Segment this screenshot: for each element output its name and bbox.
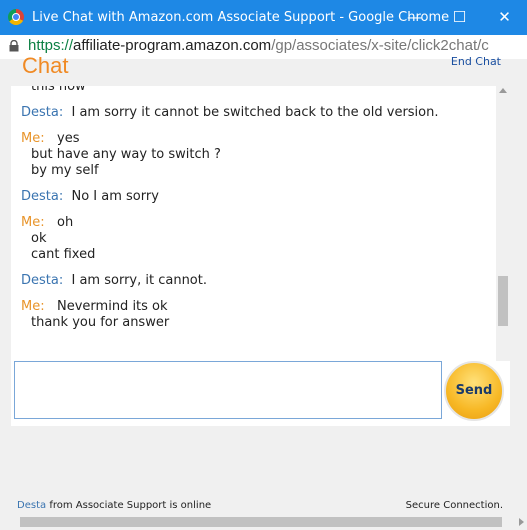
message-sender: Me: bbox=[21, 215, 45, 230]
message-sender: Me: bbox=[21, 299, 45, 314]
chat-message: Desta: I am sorry it cannot be switched … bbox=[21, 105, 439, 121]
scroll-right-arrow-icon[interactable] bbox=[519, 518, 524, 526]
message-sender: Me: bbox=[21, 131, 45, 146]
chat-message: Me: oh ok cant fixed bbox=[21, 215, 95, 263]
url-text[interactable]: https://affiliate-program.amazon.com/gp/… bbox=[28, 37, 489, 54]
message-sender: Desta: bbox=[21, 189, 64, 204]
message-line: but have any way to switch ? bbox=[31, 147, 221, 162]
window-title: Live Chat with Amazon.com Associate Supp… bbox=[32, 10, 450, 25]
minimize-button[interactable]: — bbox=[392, 0, 437, 35]
url-domain: affiliate-program.amazon.com bbox=[73, 37, 272, 54]
message-sender: Desta: bbox=[21, 105, 64, 120]
message-line: oh bbox=[57, 215, 74, 230]
url-path: /gp/associates/x-site/click2chat/c bbox=[271, 37, 489, 54]
message-line: I am sorry it cannot be switched back to… bbox=[71, 105, 439, 120]
message-line: thank you for answer bbox=[31, 315, 170, 330]
chrome-icon bbox=[8, 9, 24, 25]
transcript-scrollbar[interactable] bbox=[496, 86, 510, 361]
chat-message: Desta: No I am sorry bbox=[21, 189, 159, 205]
maximize-button[interactable]: ☐ bbox=[437, 0, 482, 35]
message-line: ok bbox=[31, 231, 47, 246]
title-bar: Live Chat with Amazon.com Associate Supp… bbox=[0, 0, 527, 35]
scrollbar-thumb[interactable] bbox=[498, 276, 508, 326]
chat-heading: Chat bbox=[22, 53, 69, 78]
message-line: Nevermind its ok bbox=[57, 299, 168, 314]
agent-name: Desta bbox=[17, 500, 47, 511]
message-line: cant fixed bbox=[31, 247, 96, 262]
end-chat-link[interactable]: End Chat bbox=[451, 55, 501, 68]
horizontal-scrollbar[interactable] bbox=[0, 514, 527, 530]
message-line: I am sorry, it cannot. bbox=[71, 273, 208, 288]
status-bar: Desta from Associate Support is online S… bbox=[0, 496, 527, 514]
message-line: yes bbox=[57, 131, 80, 146]
horizontal-scrollbar-thumb[interactable] bbox=[20, 517, 502, 527]
message-sender: Desta: bbox=[21, 273, 64, 288]
connection-status: Secure Connection. bbox=[405, 500, 503, 511]
message-composer: Send bbox=[11, 361, 510, 426]
online-text: from Associate Support is online bbox=[49, 500, 212, 511]
chat-transcript[interactable]: this now Desta: I am sorry it cannot be … bbox=[11, 86, 496, 361]
chat-message: Me: yes but have any way to switch ? by … bbox=[21, 131, 221, 179]
chat-message: Desta: I am sorry, it cannot. bbox=[21, 273, 207, 289]
message-line: No I am sorry bbox=[71, 189, 159, 204]
online-status: Desta from Associate Support is online bbox=[17, 500, 211, 511]
url-scheme: https:// bbox=[28, 37, 74, 54]
lock-icon bbox=[9, 40, 19, 52]
scroll-up-arrow-icon[interactable] bbox=[499, 88, 507, 93]
address-bar[interactable]: https://affiliate-program.amazon.com/gp/… bbox=[0, 35, 527, 60]
message-line: by my self bbox=[31, 163, 99, 178]
chat-page: Chat End Chat this now Desta: I am sorry… bbox=[0, 53, 527, 530]
chat-message: Me: Nevermind its ok thank you for answe… bbox=[21, 299, 169, 331]
close-button[interactable]: ✕ bbox=[482, 0, 527, 35]
message-line: this now bbox=[31, 86, 86, 94]
chat-message: this now bbox=[21, 86, 86, 95]
send-button[interactable]: Send bbox=[444, 361, 504, 421]
message-input[interactable] bbox=[14, 361, 442, 419]
